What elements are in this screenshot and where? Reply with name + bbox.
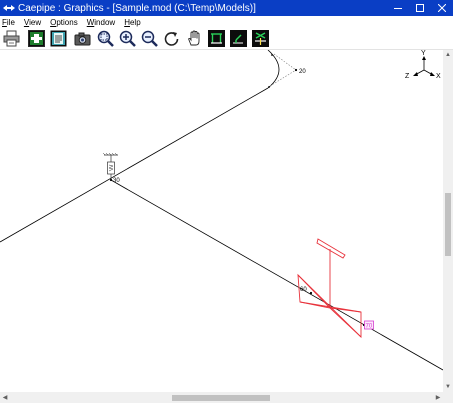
show-list-button[interactable]: [49, 29, 68, 48]
window-title: Caepipe : Graphics - [Sample.mod (C:\Tem…: [18, 2, 256, 14]
pipe-segment[interactable]: [110, 179, 443, 371]
node-marker[interactable]: [309, 291, 313, 295]
menu-file[interactable]: File: [2, 18, 15, 27]
pan-button[interactable]: [185, 29, 204, 48]
axis-z-label: Z: [405, 73, 410, 80]
graphics-canvas[interactable]: 20 30 60 70 Y X Z: [0, 50, 443, 392]
axis-triad: Y X Z: [405, 50, 441, 80]
hand-icon: [188, 30, 200, 46]
scroll-up-icon[interactable]: ▲: [443, 50, 453, 60]
pipe-model-drawing[interactable]: 20 30 60 70 Y X Z: [0, 50, 443, 392]
show-model-button[interactable]: [27, 29, 46, 48]
zoom-in-icon: [119, 30, 136, 47]
title-bar: Caepipe : Graphics - [Sample.mod (C:\Tem…: [0, 0, 453, 16]
view-top-icon: [252, 30, 269, 47]
print-button[interactable]: [2, 29, 21, 48]
camera-icon: [74, 32, 91, 46]
rotate-icon: [164, 32, 179, 46]
view-front-icon: [208, 30, 225, 47]
view-front-button[interactable]: [207, 29, 226, 48]
pipe-segment[interactable]: [0, 87, 269, 243]
bend-far-point: [268, 86, 270, 88]
minimize-icon[interactable]: [387, 0, 409, 16]
node-label-60[interactable]: 60: [300, 287, 307, 293]
pipe-bend[interactable]: [267, 50, 280, 89]
view-top-button[interactable]: [251, 29, 270, 48]
maximize-icon[interactable]: [409, 0, 431, 16]
horizontal-scroll-thumb[interactable]: [172, 395, 270, 401]
list-view-icon: [50, 30, 67, 47]
model-view-icon: [28, 30, 45, 47]
scroll-right-icon[interactable]: ▶: [433, 392, 443, 403]
toolbar: [0, 28, 453, 50]
view-iso-button[interactable]: [229, 29, 248, 48]
horizontal-scrollbar[interactable]: ◀ ▶: [0, 392, 443, 403]
scroll-down-icon[interactable]: ▼: [443, 382, 453, 392]
menu-bar: File View Options Window Help: [0, 16, 453, 28]
printer-icon: [3, 30, 20, 47]
zoom-out-button[interactable]: [140, 29, 159, 48]
axis-y-label: Y: [421, 50, 426, 57]
menu-help[interactable]: Help: [124, 18, 140, 27]
rotate-button[interactable]: [162, 29, 181, 48]
view-iso-icon: [230, 30, 247, 47]
menu-window[interactable]: Window: [87, 18, 115, 27]
vertical-scroll-thumb[interactable]: [445, 193, 451, 256]
node-marker[interactable]: [294, 68, 298, 72]
scroll-left-icon[interactable]: ◀: [0, 392, 10, 403]
axis-x-label: X: [436, 73, 441, 80]
zoom-out-icon: [141, 30, 158, 47]
bend-tangent-line: [269, 69, 297, 87]
menu-view[interactable]: View: [24, 18, 41, 27]
bend-near-point: [271, 54, 273, 56]
zoom-in-button[interactable]: [118, 29, 137, 48]
snapshot-button[interactable]: [73, 29, 92, 48]
vertical-scrollbar[interactable]: ▲ ▼: [443, 50, 453, 393]
valve-element[interactable]: [297, 238, 362, 339]
close-icon[interactable]: [431, 0, 453, 16]
caepipe-logo-icon[interactable]: [3, 3, 15, 13]
scrollbar-corner: [443, 392, 453, 403]
zoom-window-icon: [97, 30, 114, 47]
menu-options[interactable]: Options: [50, 18, 78, 27]
node-label-70[interactable]: 70: [366, 324, 373, 330]
spring-hanger-icon[interactable]: [102, 152, 118, 180]
zoom-window-button[interactable]: [96, 29, 115, 48]
node-label-20[interactable]: 20: [299, 69, 306, 75]
